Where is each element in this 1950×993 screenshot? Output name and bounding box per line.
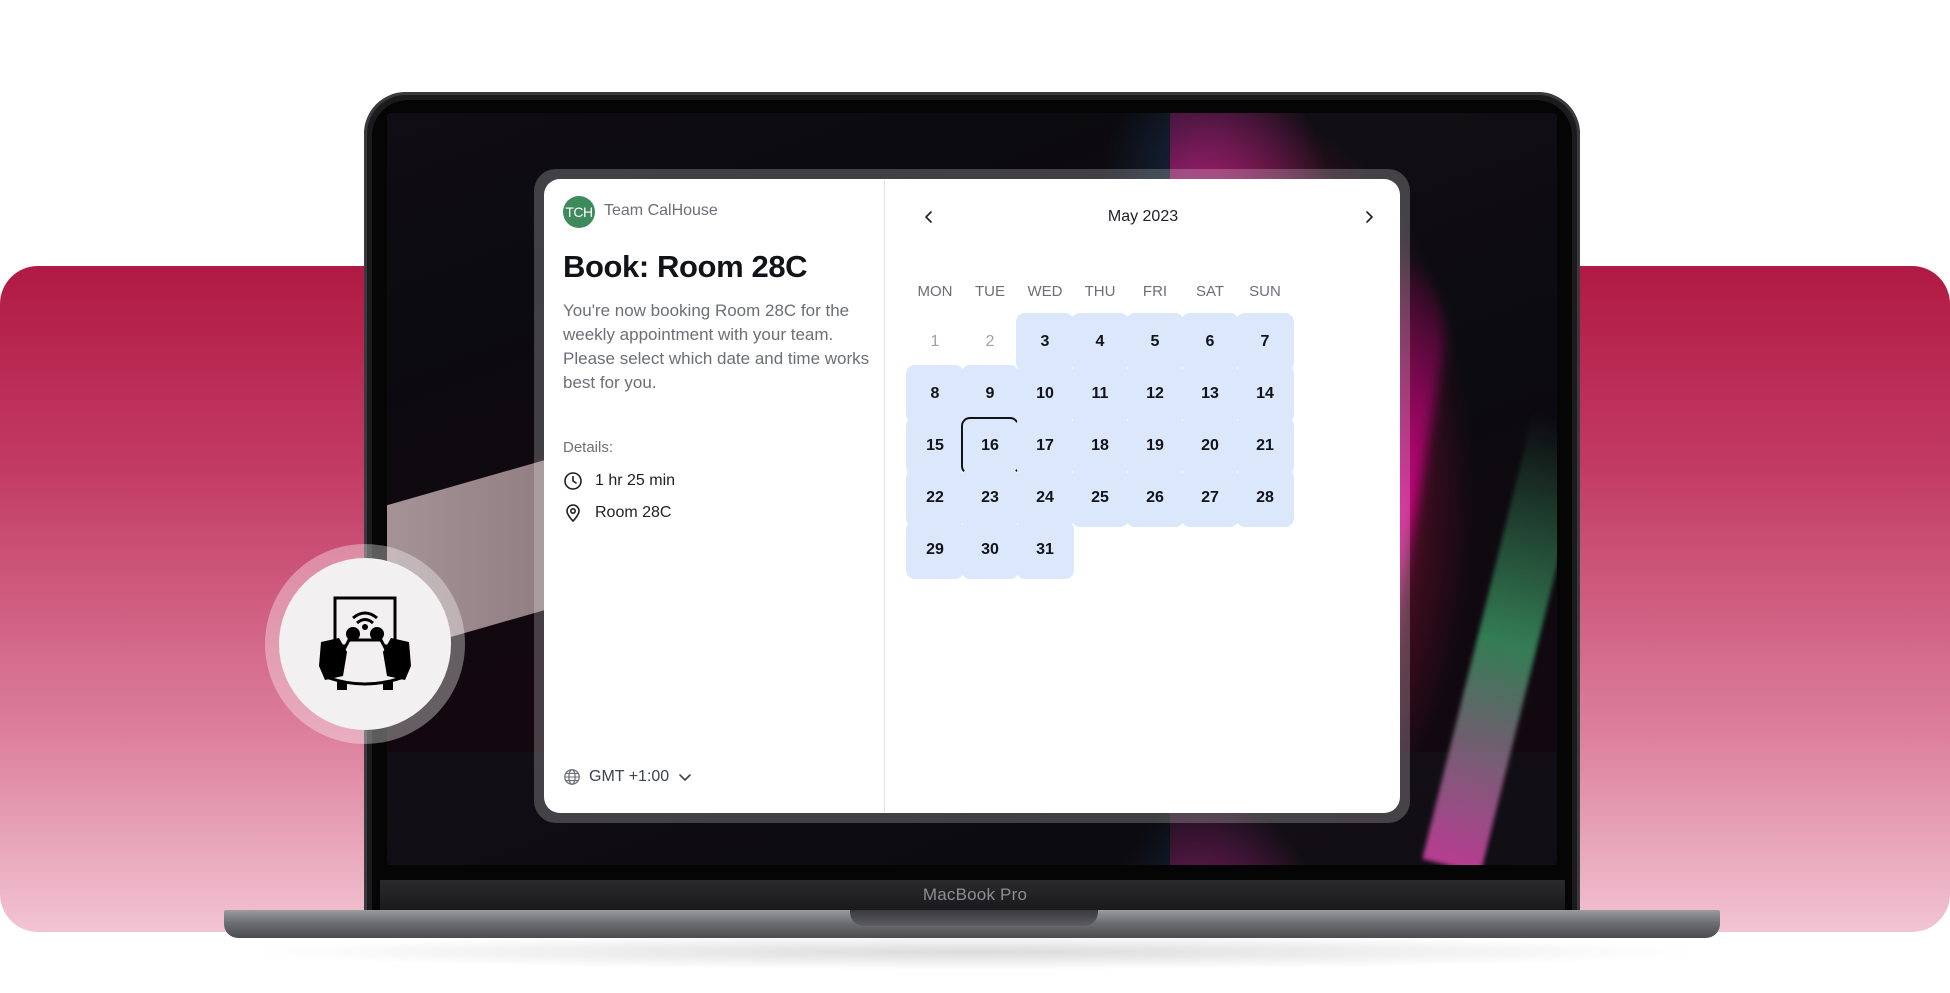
calendar-day[interactable]: 9	[961, 365, 1019, 423]
calendar-day: 1	[930, 333, 940, 350]
calendar-day[interactable]: 19	[1126, 417, 1184, 475]
calendar-day[interactable]: 4	[1071, 313, 1129, 371]
calendar-day[interactable]: 27	[1181, 469, 1239, 527]
weekday-label: FRI	[1142, 283, 1168, 300]
weekday-label: WED	[1027, 283, 1063, 300]
laptop-shadow	[240, 934, 1710, 970]
conference-room-icon	[319, 596, 411, 690]
calendar-day[interactable]: 28	[1236, 469, 1294, 527]
next-month-button[interactable]	[1357, 205, 1381, 229]
calendar-day[interactable]: 11	[1071, 365, 1129, 423]
calendar-day[interactable]: 14	[1236, 365, 1294, 423]
calendar-day[interactable]: 8	[906, 365, 964, 423]
event-info-panel: TCH Team CalHouse Book: Room 28C You're …	[544, 179, 885, 813]
calendar-day[interactable]: 25	[1071, 469, 1129, 527]
calendar-day[interactable]: 21	[1236, 417, 1294, 475]
team-avatar: TCH	[563, 196, 595, 228]
calendar-panel: May 2023 MON TUE WED THU FRI SAT SUN 123456789…	[886, 179, 1400, 813]
calendar-day[interactable]: 23	[961, 469, 1019, 527]
calendar-day[interactable]: 31	[1016, 521, 1074, 579]
booking-card: TCH Team CalHouse Book: Room 28C You're …	[544, 179, 1400, 813]
event-title: Book: Room 28C	[563, 249, 808, 284]
weekday-label: MON	[917, 283, 953, 300]
room-badge	[279, 558, 451, 730]
calendar-day: 2	[985, 333, 995, 350]
calendar-day[interactable]: 13	[1181, 365, 1239, 423]
chevron-down-icon[interactable]	[677, 769, 693, 785]
calendar-day[interactable]: 17	[1016, 417, 1074, 475]
month-label: May 2023	[1107, 208, 1179, 225]
timezone-selector[interactable]: GMT +1:00	[563, 766, 693, 788]
duration-row: 1 hr 25 min	[563, 470, 675, 492]
calendar-day[interactable]: 20	[1181, 417, 1239, 475]
calendar-day[interactable]: 24	[1016, 469, 1074, 527]
calendar-day[interactable]: 30	[961, 521, 1019, 579]
weekday-label: SUN	[1249, 283, 1281, 300]
timezone-value: GMT +1:00	[589, 768, 670, 785]
calendar-day[interactable]: 29	[906, 521, 964, 579]
event-description: You're now booking Room 28C for the week…	[563, 301, 870, 392]
wallpaper-streak	[1422, 412, 1557, 865]
calendar-day[interactable]: 12	[1126, 365, 1184, 423]
calendar-day[interactable]: 6	[1181, 313, 1239, 371]
calendar-day[interactable]: 10	[1016, 365, 1074, 423]
location-row: Room 28C	[563, 502, 671, 524]
team-name: Team CalHouse	[604, 202, 718, 219]
calendar-day[interactable]: 15	[906, 417, 964, 475]
details-label: Details:	[563, 439, 614, 456]
calendar-day-selected[interactable]: 16	[961, 417, 1019, 475]
map-pin-icon	[566, 504, 580, 522]
chevron-right-icon	[1366, 211, 1373, 223]
calendar-day[interactable]: 22	[906, 469, 964, 527]
weekday-label: SAT	[1195, 283, 1225, 300]
calendar-day[interactable]: 3	[1016, 313, 1074, 371]
weekday-label: TUE	[975, 283, 1005, 300]
calendar-day[interactable]: 7	[1236, 313, 1294, 371]
calendar-day[interactable]: 26	[1126, 469, 1184, 527]
weekday-label: THU	[1084, 283, 1116, 300]
location-value: Room 28C	[595, 504, 672, 521]
laptop-brand-label: MacBook Pro	[922, 885, 1028, 904]
laptop-notch	[850, 910, 1098, 926]
duration-value: 1 hr 25 min	[595, 472, 676, 489]
globe-icon	[564, 769, 580, 785]
calendar-day[interactable]: 5	[1126, 313, 1184, 371]
clock-icon	[564, 472, 582, 490]
calendar-day[interactable]: 18	[1071, 417, 1129, 475]
